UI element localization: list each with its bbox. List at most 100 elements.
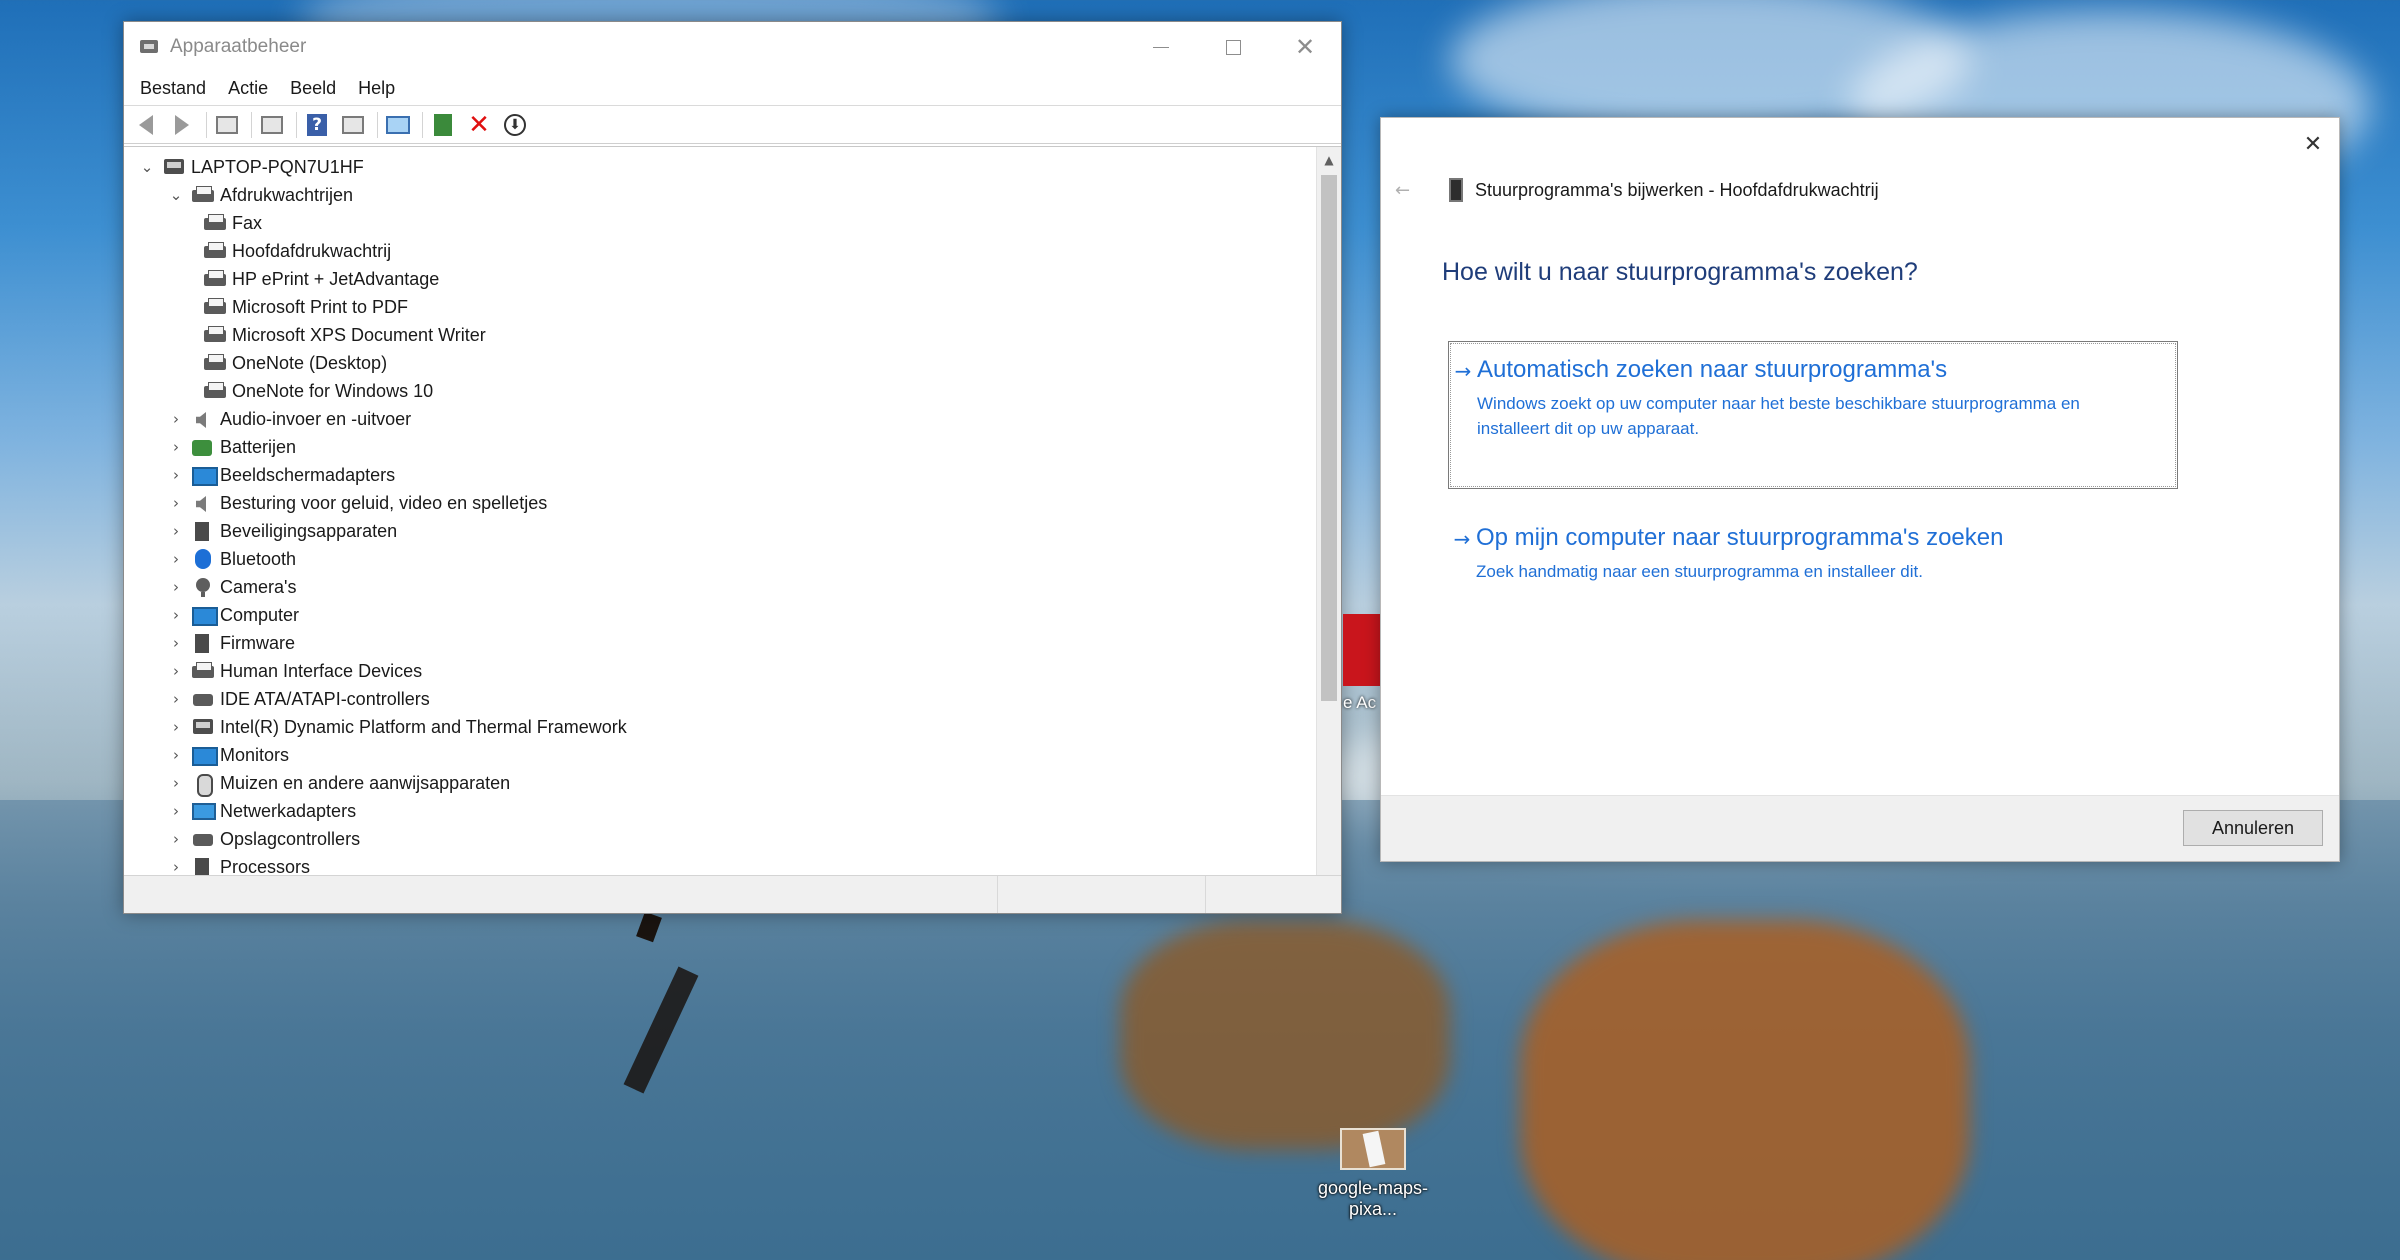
tree-category[interactable]: › Audio-invoer en -uitvoer	[124, 405, 1316, 433]
tree-category[interactable]: › Computer	[124, 601, 1316, 629]
expand-chevron-icon[interactable]: ›	[168, 578, 184, 596]
update-driver-dialog: ✕ ← Stuurprogramma's bijwerken - Hoofdaf…	[1380, 117, 2340, 862]
image-thumbnail-icon	[1340, 1128, 1406, 1170]
help-button[interactable]: ?	[303, 111, 331, 139]
forward-button[interactable]	[168, 111, 196, 139]
tree-category-label: Computer	[220, 604, 300, 625]
tree-device[interactable]: OneNote for Windows 10	[124, 377, 1316, 405]
browse-computer-option[interactable]: → Op mijn computer naar stuurprogramma's…	[1448, 510, 2178, 599]
printer-icon	[202, 296, 228, 318]
menu-bestand[interactable]: Bestand	[140, 78, 206, 99]
scrollbar-thumb[interactable]	[1321, 175, 1337, 701]
uninstall-device-button[interactable]: ✕	[465, 111, 493, 139]
cancel-button[interactable]: Annuleren	[2183, 810, 2323, 846]
title-bar[interactable]: Apparaatbeheer ✕	[124, 22, 1341, 72]
properties-button[interactable]	[258, 111, 286, 139]
tree-category[interactable]: › Opslagcontrollers	[124, 825, 1316, 853]
tree-device[interactable]: HP ePrint + JetAdvantage	[124, 265, 1316, 293]
printer-icon	[202, 380, 228, 402]
expand-chevron-icon[interactable]: ›	[168, 522, 184, 540]
tree-category[interactable]: › IDE ATA/ATAPI-controllers	[124, 685, 1316, 713]
expand-chevron-icon[interactable]: ›	[168, 774, 184, 792]
tree-category[interactable]: › Beveiligingsapparaten	[124, 517, 1316, 545]
window-controls: ✕	[1125, 22, 1341, 72]
printer-icon	[202, 324, 228, 346]
expand-chevron-icon[interactable]: ›	[168, 550, 184, 568]
menu-actie[interactable]: Actie	[228, 78, 268, 99]
expand-chevron-icon[interactable]: ›	[168, 662, 184, 680]
minimize-button[interactable]	[1125, 22, 1197, 72]
expand-chevron-icon[interactable]: ›	[168, 690, 184, 708]
toolbar: ? ✕ ⬇	[124, 106, 1341, 144]
expand-chevron-icon[interactable]: ›	[168, 718, 184, 736]
intel-device-icon	[190, 716, 216, 738]
desktop-file-shortcut[interactable]: google-maps-pixa...	[1298, 1128, 1448, 1220]
close-button[interactable]: ✕	[1269, 22, 1341, 72]
expand-chevron-icon[interactable]: ›	[168, 802, 184, 820]
ide-controller-icon	[190, 688, 216, 710]
dialog-footer: Annuleren	[1381, 795, 2339, 861]
tree-category[interactable]: › Human Interface Devices	[124, 657, 1316, 685]
scan-hardware-button[interactable]	[384, 111, 412, 139]
tree-category-label: Batterijen	[220, 436, 297, 457]
disable-device-button[interactable]: ⬇	[501, 111, 529, 139]
tree-category[interactable]: › Muizen en andere aanwijsapparaten	[124, 769, 1316, 797]
expand-chevron-icon[interactable]: ›	[168, 606, 184, 624]
tree-category[interactable]: › Bluetooth	[124, 545, 1316, 573]
tree-device[interactable]: Hoofdafdrukwachtrij	[124, 237, 1316, 265]
menu-help[interactable]: Help	[358, 78, 395, 99]
tree-device[interactable]: Microsoft XPS Document Writer	[124, 321, 1316, 349]
action-pane-button[interactable]	[339, 111, 367, 139]
menu-beeld[interactable]: Beeld	[290, 78, 336, 99]
pdf-shortcut-icon[interactable]	[1343, 614, 1381, 686]
expand-chevron-icon[interactable]: ›	[168, 830, 184, 848]
show-hide-console-tree-button[interactable]	[213, 111, 241, 139]
tree-category-label: Afdrukwachtrijen	[220, 184, 354, 205]
tree-category[interactable]: › Monitors	[124, 741, 1316, 769]
tree-category[interactable]: › Camera's	[124, 573, 1316, 601]
close-icon: ✕	[1294, 33, 1316, 61]
status-section	[998, 876, 1206, 913]
tree-category-afdrukwachtrijen[interactable]: ⌄ Afdrukwachtrijen	[124, 181, 1316, 209]
tree-device[interactable]: Fax	[124, 209, 1316, 237]
device-tree: ⌄ LAPTOP-PQN7U1HF ⌄ Afdrukwachtrijen Fax…	[124, 147, 1316, 899]
tree-category-label: Muizen en andere aanwijsapparaten	[220, 772, 511, 793]
dialog-close-button[interactable]: ✕	[2299, 130, 2327, 158]
tree-category[interactable]: › Beeldschermadapters	[124, 461, 1316, 489]
tree-root[interactable]: ⌄ LAPTOP-PQN7U1HF	[124, 153, 1316, 181]
tree-device[interactable]: Microsoft Print to PDF	[124, 293, 1316, 321]
expand-chevron-icon[interactable]: ›	[168, 746, 184, 764]
vertical-scrollbar[interactable]: ▲ ▼	[1316, 147, 1341, 899]
tree-device-label: HP ePrint + JetAdvantage	[232, 268, 440, 289]
status-section	[1206, 876, 1339, 913]
back-button[interactable]	[132, 111, 160, 139]
toolbar-separator	[422, 111, 423, 138]
tree-category[interactable]: › Netwerkadapters	[124, 797, 1316, 825]
tree-category[interactable]: › Firmware	[124, 629, 1316, 657]
collapse-chevron-icon[interactable]: ⌄	[139, 158, 155, 176]
expand-chevron-icon[interactable]: ›	[168, 494, 184, 512]
maximize-button[interactable]	[1197, 22, 1269, 72]
search-automatically-option[interactable]: → Automatisch zoeken naar stuurprogramma…	[1448, 341, 2178, 489]
tree-category[interactable]: › Intel(R) Dynamic Platform and Thermal F…	[124, 713, 1316, 741]
tree-device[interactable]: OneNote (Desktop)	[124, 349, 1316, 377]
update-driver-button[interactable]	[429, 111, 457, 139]
network-adapter-icon	[190, 800, 216, 822]
expand-chevron-icon[interactable]: ›	[168, 634, 184, 652]
expand-chevron-icon[interactable]: ›	[168, 410, 184, 428]
expand-chevron-icon[interactable]: ›	[168, 438, 184, 456]
expand-chevron-icon[interactable]: ›	[168, 466, 184, 484]
tree-category-label: Besturing voor geluid, video en spelletj…	[220, 492, 548, 513]
tree-category[interactable]: › Besturing voor geluid, video en spellet…	[124, 489, 1316, 517]
printer-icon	[202, 268, 228, 290]
expand-chevron-icon[interactable]: ›	[168, 858, 184, 876]
tree-device-label: Hoofdafdrukwachtrij	[232, 240, 392, 261]
collapse-chevron-icon[interactable]: ⌄	[168, 186, 184, 204]
toolbar-separator	[377, 111, 378, 138]
pdf-shortcut-label[interactable]: e Ac	[1343, 693, 1376, 713]
tree-category[interactable]: › Batterijen	[124, 433, 1316, 461]
back-arrow-icon[interactable]: ←	[1395, 180, 1425, 201]
scroll-up-arrow-icon[interactable]: ▲	[1317, 147, 1341, 172]
tree-category-label: Beeldschermadapters	[220, 464, 396, 485]
dialog-question: Hoe wilt u naar stuurprogramma's zoeken?	[1442, 258, 1918, 286]
